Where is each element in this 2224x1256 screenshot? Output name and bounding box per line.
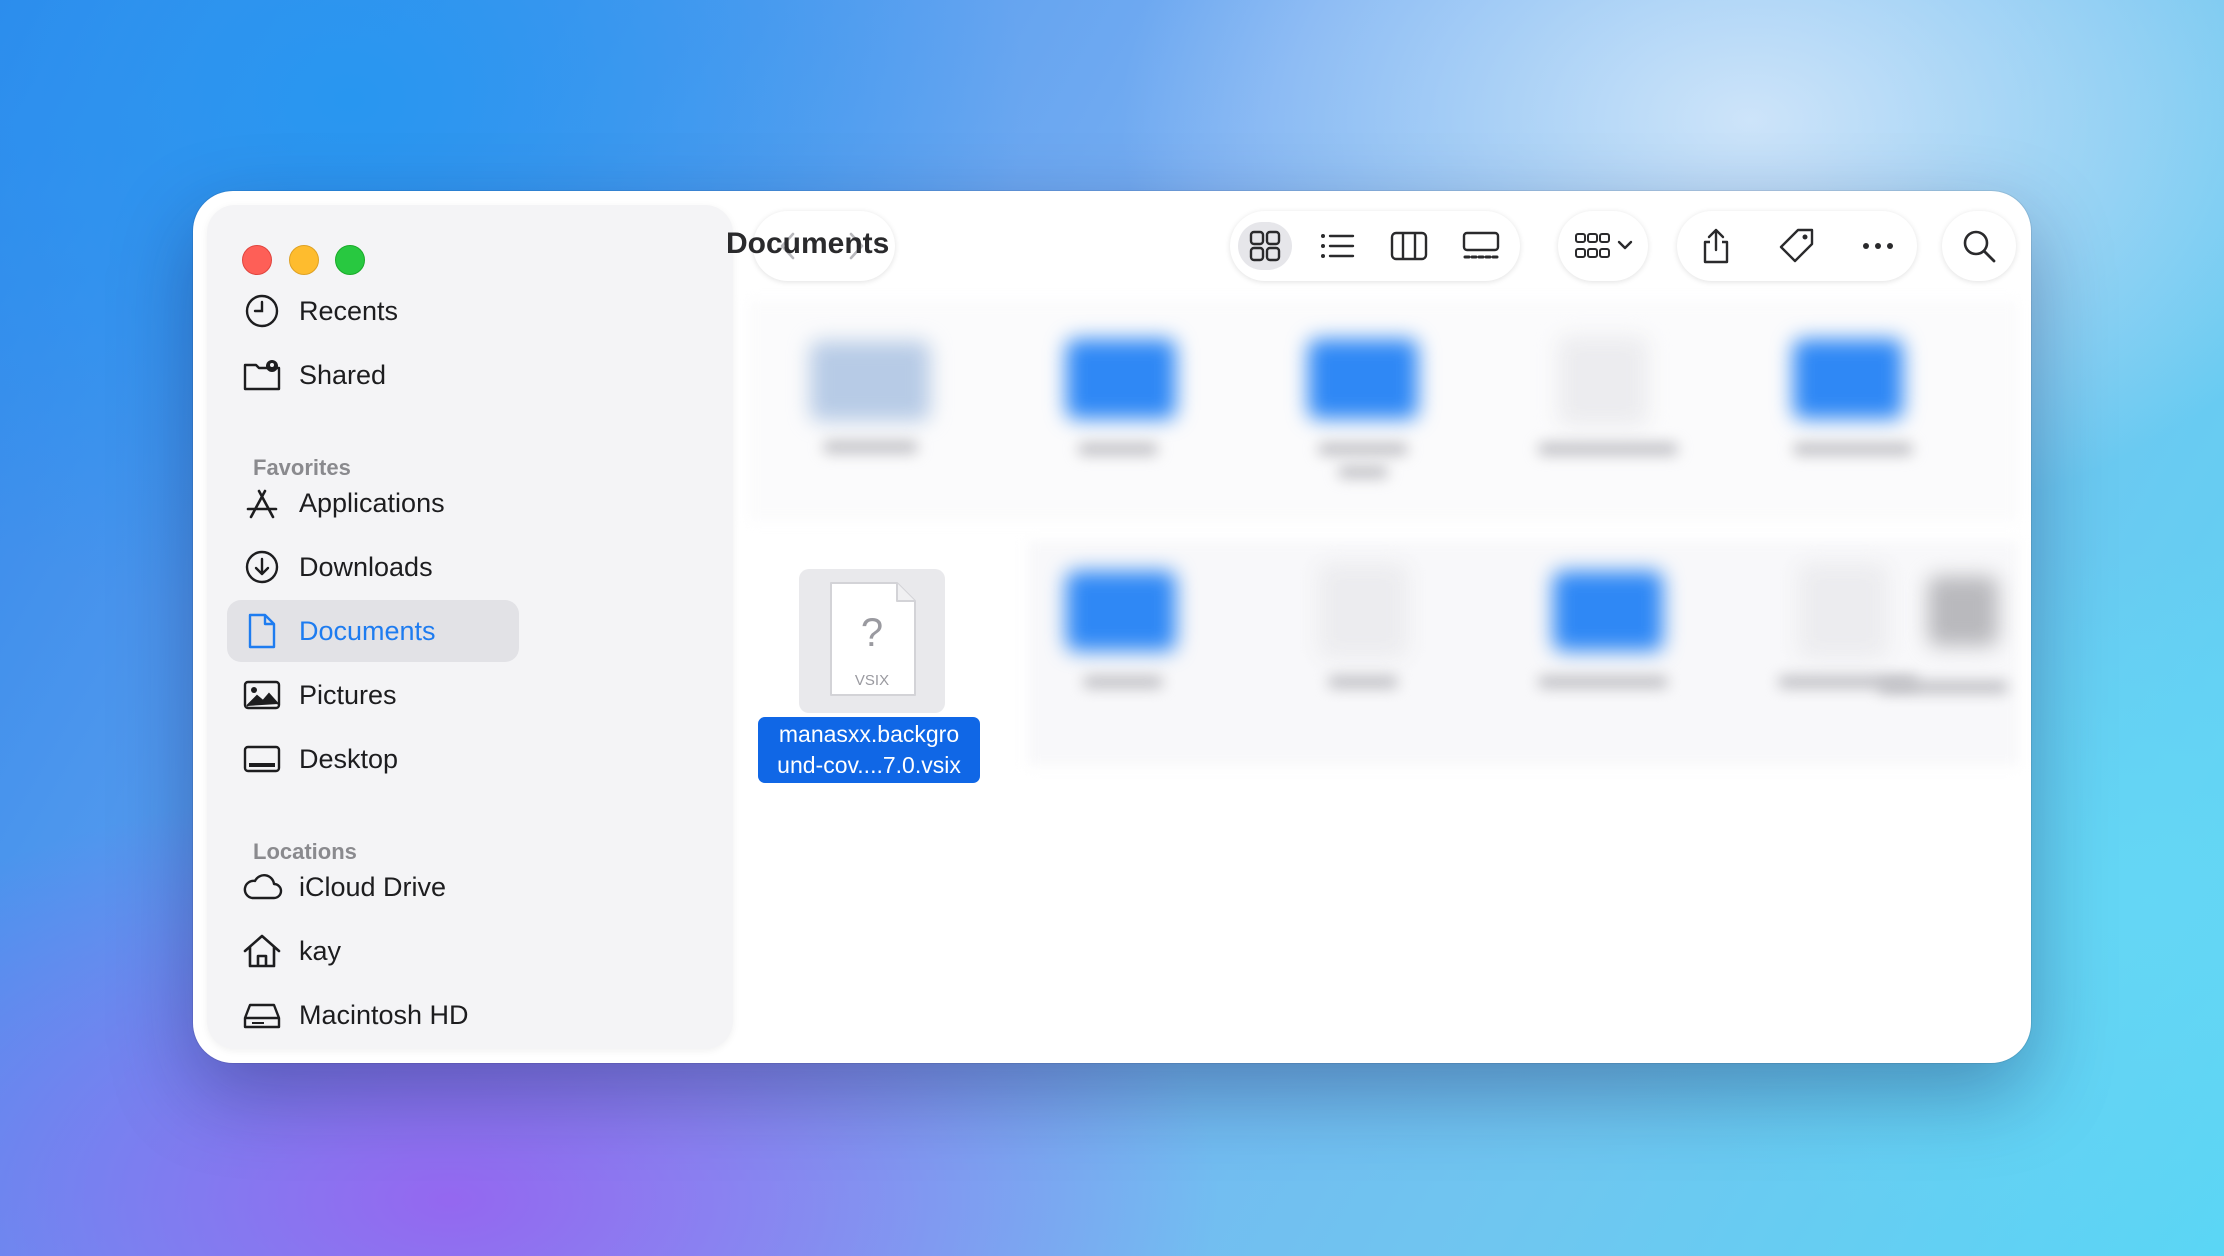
more-options-button[interactable] [1851,222,1905,270]
blurred-file-label [1538,443,1678,455]
view-mode-selector [1230,211,1520,281]
file-name-line-1: manasxx.backgro [778,721,960,747]
share-button[interactable] [1689,222,1743,270]
sidebar-item-icloud-drive[interactable]: iCloud Drive [227,856,519,918]
sidebar-item-macintosh-hd[interactable]: Macintosh HD [227,984,519,1046]
sidebar-item-downloads[interactable]: Downloads [227,536,519,598]
blurred-folder[interactable] [1793,339,1903,419]
window-title: Documents [726,227,890,260]
blurred-folder-label [1538,676,1668,688]
sidebar-item-desktop[interactable]: Desktop [227,728,519,790]
blurred-folder-label [1338,466,1388,478]
blurred-folder-label [1083,676,1163,688]
blurred-file-item[interactable] [1928,576,1998,646]
applications-icon [241,482,283,524]
home-icon [241,930,283,972]
sidebar-item-label: Macintosh HD [299,999,469,1030]
icon-view-button[interactable] [1238,222,1292,270]
document-icon [241,610,283,652]
sidebar-item-pictures[interactable]: Pictures [227,664,519,726]
column-view-button[interactable] [1382,222,1436,270]
search-control [1942,211,2016,281]
file-name-line-2: und-cov....7.0.vsix [777,752,961,778]
blurred-folder[interactable] [1308,339,1418,419]
unknown-file-glyph: ? [860,611,884,655]
selected-file-item[interactable]: ? VSIX [799,569,945,713]
minimize-window-button[interactable] [289,245,319,275]
blurred-folder-label [1318,443,1408,455]
sidebar-item-label: Shared [299,359,387,390]
sidebar-item-documents[interactable]: Documents [227,600,519,662]
blurred-file-label [1328,676,1398,688]
sidebar-item-label: Documents [299,615,436,646]
blurred-folder[interactable] [1066,339,1176,419]
search-button[interactable] [1952,222,2006,270]
clock-icon [241,290,283,332]
sidebar-item-applications[interactable]: Applications [227,472,519,534]
disk-icon [241,994,283,1036]
file-grid: ? VSIX manasxx.backgro und-cov....7.0.vs… [748,301,2018,1041]
download-icon [241,546,283,588]
finder-window: Recents Shared Favorites Applications Do… [193,191,2031,1063]
zoom-window-button[interactable] [335,245,365,275]
sidebar-item-label: Downloads [299,551,433,582]
close-window-button[interactable] [242,245,272,275]
blurred-file-item[interactable] [1558,336,1648,426]
sidebar-item-label: Desktop [299,743,399,774]
sidebar-item-label: iCloud Drive [299,871,447,902]
photo-icon [241,674,283,716]
gallery-view-button[interactable] [1454,222,1508,270]
sidebar-item-kay[interactable]: kay [227,920,519,982]
action-buttons [1677,211,1917,281]
blurred-folder[interactable] [1066,571,1176,651]
group-by-button[interactable] [1568,222,1640,270]
cloud-icon [241,866,283,908]
search-icon [1961,228,1997,264]
blurred-file-label [823,441,918,453]
sidebar-item-shared[interactable]: Shared [227,344,519,406]
blurred-file-label [1878,681,2008,693]
blurred-file-item[interactable] [810,341,930,421]
list-view-button[interactable] [1310,222,1364,270]
group-by-menu [1558,211,1648,281]
sidebar-item-label: Recents [299,295,399,326]
desktop-icon [241,738,283,780]
file-type-badge: VSIX [854,672,890,689]
sidebar-item-recents[interactable]: Recents [227,280,519,342]
blurred-folder-label [1793,443,1913,455]
tag-button[interactable] [1770,222,1824,270]
selected-file-name[interactable]: manasxx.backgro und-cov....7.0.vsix [758,717,980,783]
sidebar-item-label: kay [299,935,342,966]
sidebar: Recents Shared Favorites Applications Do… [207,205,733,1049]
blurred-file-item[interactable] [1318,563,1408,658]
sidebar-item-label: Pictures [299,679,397,710]
shared-folder-icon [241,354,283,396]
blurred-folder-label [1078,443,1158,455]
blurred-file-item[interactable] [1798,563,1888,658]
sidebar-item-label: Applications [299,487,445,518]
blurred-folder[interactable] [1553,571,1663,651]
